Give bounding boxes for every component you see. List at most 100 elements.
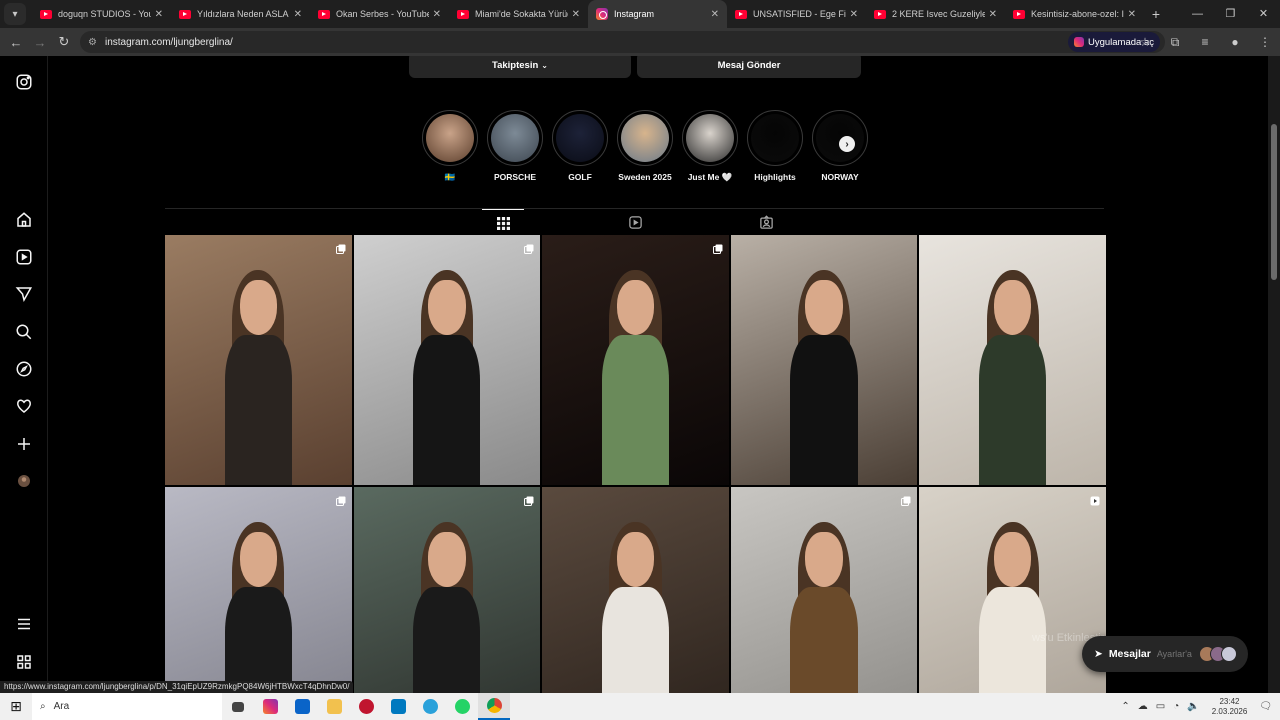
profile-avatar[interactable] [14,471,34,491]
browser-tab-strip: ▾ doguqn STUDIOS - YouTu✕Yıldızlara Nede… [0,0,1280,28]
send-message-button[interactable]: Mesaj Gönder [637,56,861,78]
story-highlight[interactable]: PORSCHE [483,110,547,183]
photo-subject-face [805,532,843,587]
reload-icon[interactable]: ↻ [52,34,76,50]
browser-tab[interactable]: UNSATISFIED - Ege Fitnes ✕ [727,0,866,28]
close-tab-icon[interactable]: ✕ [294,9,302,20]
create-plus-icon[interactable] [14,434,34,454]
post-thumbnail[interactable] [730,235,918,485]
page-scrollbar[interactable] [1268,56,1280,693]
instagram-app-icon[interactable] [254,693,286,720]
story-highlight[interactable]: Sweden 2025 [613,110,677,183]
home-icon[interactable] [14,210,34,230]
close-tab-icon[interactable]: ✕ [572,9,580,20]
post-thumbnail[interactable] [919,235,1106,485]
task-view-icon[interactable] [222,693,254,720]
story-highlight[interactable]: Just Me 🤍 [678,110,742,183]
post-thumbnail[interactable] [919,487,1106,693]
profile-main: Takiptesin ⌄ Mesaj Gönder 🇸🇪 PORSCHE GOLF S… [48,56,1268,693]
following-button[interactable]: Takiptesin ⌄ [409,56,631,78]
messages-pill[interactable]: ➤ Mesajlar Ayarlar'a [1082,636,1248,672]
new-tab-button[interactable]: + [1144,6,1168,22]
story-highlight[interactable]: Highlights [743,110,807,183]
scrollbar-thumb[interactable] [1271,124,1277,280]
photo-subject-body [224,335,292,485]
status-bar-url: https://www.instagram.com/ljungberglina/… [0,681,354,693]
browser-menu-icon[interactable]: ⋮ [1250,35,1280,49]
browser-tab[interactable]: 2 KERE Isvec Guzeliyle Vl ✕ [866,0,1005,28]
search-icon[interactable] [14,322,34,342]
post-thumbnail[interactable] [165,235,352,485]
url-text: instagram.com/ljungberglina/ [104,36,233,48]
close-tab-icon[interactable]: ✕ [711,9,719,20]
post-thumbnail[interactable] [542,235,729,485]
post-thumbnail[interactable] [165,487,352,693]
post-thumbnail[interactable] [353,235,541,485]
extensions-icon[interactable]: ⧉ [1160,35,1190,50]
trello-icon[interactable] [382,693,414,720]
highlight-label: Sweden 2025 [618,172,672,182]
post-thumbnail[interactable] [353,487,541,693]
chrome-icon[interactable] [478,693,510,720]
restore-icon[interactable]: ❐ [1214,0,1247,28]
system-clock[interactable]: 23:42 2.03.2026 [1212,697,1248,717]
direct-messages-icon[interactable] [14,284,34,304]
close-tab-icon[interactable]: ✕ [1128,9,1136,20]
outlook-icon[interactable] [286,693,318,720]
close-tab-icon[interactable]: ✕ [850,9,858,20]
instagram-icon [1073,37,1084,47]
network-icon[interactable]: ◔ [1173,701,1179,712]
url-field[interactable]: ⚙ instagram.com/ljungberglina/ [80,31,1165,53]
tray-overflow-icon[interactable]: ⌃ [1121,701,1129,712]
battery-icon[interactable]: ▭ [1156,701,1165,712]
profile-icon[interactable]: ● [1220,35,1250,49]
more-menu-icon[interactable] [14,614,34,634]
story-highlight[interactable]: 🇸🇪 [418,110,482,183]
whatsapp-icon[interactable] [446,693,478,720]
browser-tab[interactable]: Yıldızlara Neden ASLA Gi ✕ [171,0,310,28]
bookmark-star-icon[interactable]: ☆ [1130,35,1160,49]
taskbar-search[interactable]: ⌕ Ara [32,693,222,720]
instagram-logo-icon[interactable] [14,72,34,92]
back-icon[interactable]: ← [4,35,28,50]
explore-icon[interactable] [14,359,34,379]
story-highlight[interactable]: GOLF [548,110,612,183]
tab-tagged-icon[interactable] [745,209,787,236]
instagram-sidebar [0,56,48,693]
windows-start-icon[interactable]: ⊞ [0,698,32,715]
forward-icon[interactable]: → [28,35,52,50]
volume-icon[interactable]: 🔈 [1187,701,1199,712]
tab-reels-icon[interactable] [614,209,656,236]
notification-icon[interactable]: 🗨 [1259,701,1272,712]
photo-subject-face [616,532,655,587]
photo-subject-body [601,335,670,485]
post-thumbnail[interactable] [542,487,729,693]
browser-tab[interactable]: Okan Serbes - YouTube ✕ [310,0,449,28]
highlights-next-icon[interactable]: › [839,136,855,152]
tab-posts-grid-icon[interactable] [482,209,524,236]
telegram-icon[interactable] [414,693,446,720]
cloud-icon[interactable]: ☁ [1138,701,1148,712]
also-from-meta-icon[interactable] [14,652,34,672]
media-player-icon[interactable] [350,693,382,720]
media-control-icon[interactable]: ≡ [1190,35,1220,49]
highlight-cover [621,114,669,162]
reels-icon[interactable] [14,247,34,267]
highlight-cover [751,114,799,162]
close-window-icon[interactable]: ✕ [1247,0,1280,28]
post-thumbnail[interactable] [730,487,918,693]
browser-tab[interactable]: Miami'de Sokakta Yürüdü ✕ [449,0,588,28]
minimize-icon[interactable]: — [1181,0,1214,28]
browser-tab[interactable]: Kesintisiz-abone-ozel: Isv ✕ [1005,0,1144,28]
close-tab-icon[interactable]: ✕ [155,9,163,20]
highlight-ring [422,110,478,166]
close-tab-icon[interactable]: ✕ [433,9,441,20]
site-info-icon[interactable]: ⚙ [88,37,97,48]
photo-subject-body [790,335,858,485]
tab-search-icon[interactable]: ▾ [4,3,26,25]
close-tab-icon[interactable]: ✕ [989,9,997,20]
browser-tab[interactable]: doguqn STUDIOS - YouTu ✕ [32,0,171,28]
file-explorer-icon[interactable] [318,693,350,720]
browser-tab[interactable]: Instagram ✕ [588,0,727,28]
notifications-heart-icon[interactable] [14,396,34,416]
